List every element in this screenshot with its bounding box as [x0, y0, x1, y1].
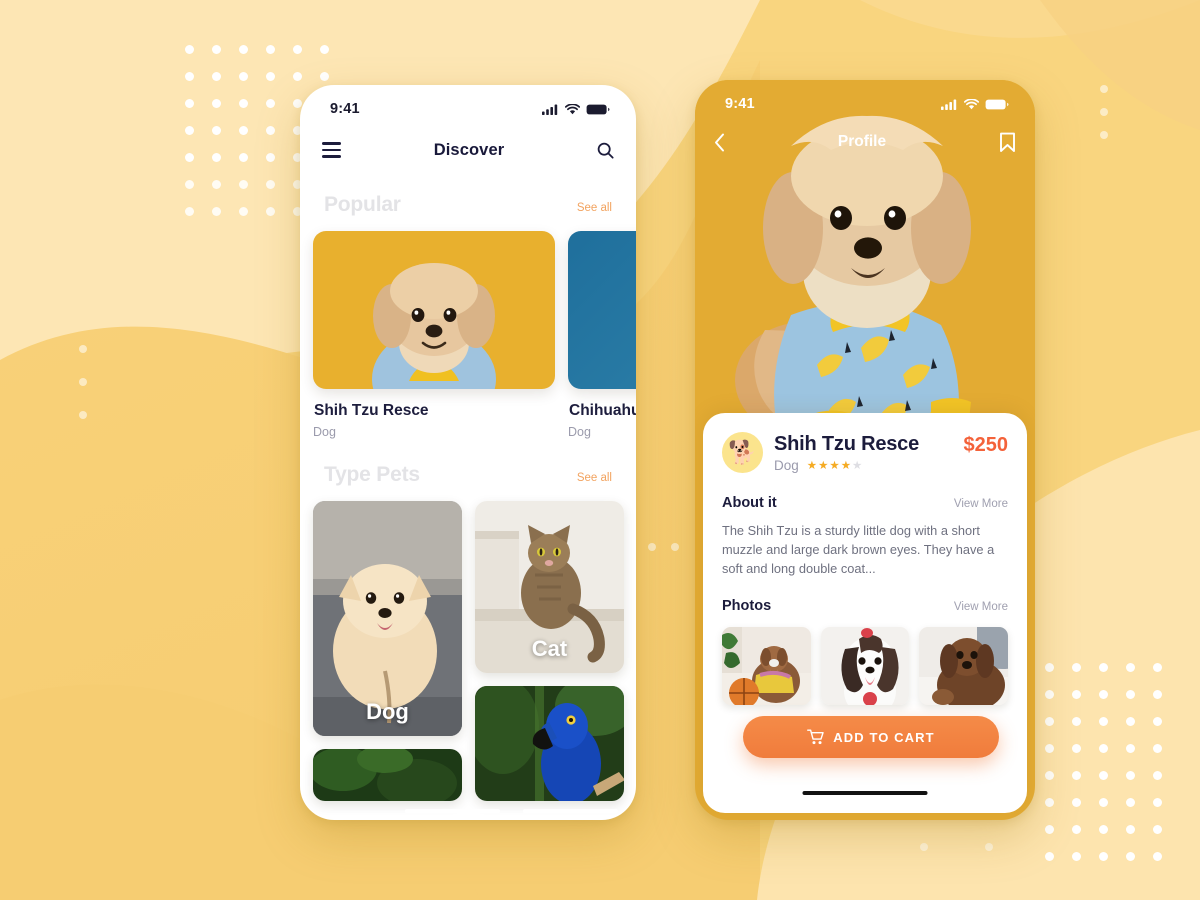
screen-right: 9:41 Profile 🐕 Shih Tzu Resce Dog ★★★★★ … — [695, 80, 1035, 820]
nav-bar-right: Profile — [695, 120, 1035, 164]
phone-mockup-profile: 9:41 Profile 🐕 Shih Tzu Resce Dog ★★★★★ … — [695, 80, 1035, 820]
type-card-extra-green[interactable] — [313, 749, 462, 801]
status-icons — [941, 98, 1009, 110]
hamburger-menu-icon[interactable] — [322, 142, 341, 158]
status-time: 9:41 — [725, 96, 755, 112]
about-description: The Shih Tzu is a sturdy little dog with… — [722, 523, 995, 576]
accent-dot — [1100, 85, 1108, 93]
photo-thumbnail[interactable] — [919, 626, 1009, 705]
home-indicator-left-b — [523, 808, 618, 813]
shih-tzu-photo — [313, 231, 555, 389]
home-indicator-right — [802, 790, 928, 795]
pet-detail-card: 🐕 Shih Tzu Resce Dog ★★★★★ $250 About it… — [703, 413, 1027, 813]
photos-view-more-link[interactable]: View More — [954, 601, 1008, 613]
accent-dot — [79, 411, 87, 419]
popular-cards-row[interactable]: Shih Tzu Resce Dog Chihuahua Dog — [300, 217, 636, 439]
accent-dot — [920, 843, 928, 851]
pet-meta: Dog ★★★★★ — [774, 458, 964, 473]
type-card-label: Cat — [531, 636, 568, 661]
section-title: Type Pets — [324, 463, 420, 486]
dog-with-basketball-photo — [722, 626, 811, 705]
shopping-cart-icon — [807, 729, 825, 745]
bookmark-icon[interactable] — [999, 132, 1016, 153]
accent-dot — [79, 378, 87, 386]
popular-card[interactable]: Chihuahua Dog — [568, 231, 636, 439]
photos-header: Photos View More — [722, 598, 1008, 614]
photo-thumbnail[interactable] — [820, 626, 910, 705]
nav-bar-left: Discover — [300, 125, 636, 175]
status-icons — [542, 103, 610, 115]
accent-dot — [671, 543, 679, 551]
phone-mockup-discover: 9:41 Discover Popular See all Shih Tzu R… — [300, 85, 636, 820]
popular-card-name: Chihuahua — [569, 402, 636, 419]
blue-macaw-parrot-photo — [475, 686, 624, 801]
search-icon[interactable] — [597, 142, 614, 159]
dot-grid-bottom-right — [1045, 663, 1165, 863]
popular-card[interactable]: Shih Tzu Resce Dog — [313, 231, 555, 439]
popular-card-image — [313, 231, 555, 389]
photos-title: Photos — [722, 597, 772, 614]
popular-card-name: Shih Tzu Resce — [314, 402, 429, 419]
pet-identity: Shih Tzu Resce Dog ★★★★★ — [774, 433, 964, 473]
page-title: Profile — [837, 133, 887, 150]
type-card-cat[interactable]: Cat — [475, 501, 624, 673]
type-card-bird[interactable] — [475, 686, 624, 801]
section-title: Popular — [324, 193, 401, 216]
photos-row — [722, 626, 1009, 705]
popular-card-image — [568, 231, 636, 389]
accent-dot — [985, 843, 993, 851]
page-title: Discover — [433, 140, 505, 159]
type-card-label: Dog — [366, 699, 409, 724]
popular-card-type: Dog — [568, 425, 591, 439]
wifi-icon — [964, 98, 979, 109]
signal-bars-icon — [542, 104, 558, 115]
home-indicator-left-a — [405, 808, 500, 813]
add-to-cart-button[interactable]: ADD TO CART — [743, 716, 999, 758]
battery-icon — [985, 99, 1009, 109]
chevron-left-icon[interactable] — [714, 133, 725, 152]
type-pets-grid: Dog Cat — [300, 487, 636, 801]
brown-poodle-on-bed-photo — [919, 626, 1009, 705]
rating-stars[interactable]: ★★★★★ — [807, 458, 864, 472]
dog-face-emoji-avatar: 🐕 — [722, 432, 763, 473]
type-card-dog[interactable]: Dog — [313, 501, 462, 736]
see-all-popular-link[interactable]: See all — [577, 202, 612, 214]
pet-name: Shih Tzu Resce — [774, 432, 920, 455]
accent-dot — [79, 345, 87, 353]
section-header-popular: Popular See all — [300, 175, 636, 217]
signal-bars-icon — [941, 99, 957, 110]
photo-thumbnail[interactable] — [722, 626, 811, 705]
status-bar-right: 9:41 — [695, 80, 1035, 120]
see-all-type-pets-link[interactable]: See all — [577, 472, 612, 484]
accent-dot — [1100, 131, 1108, 139]
accent-dot — [1100, 108, 1108, 116]
screen-left: 9:41 Discover Popular See all Shih Tzu R… — [300, 85, 636, 820]
accent-dot — [648, 543, 656, 551]
about-header: About it View More — [722, 495, 1008, 511]
type-pets-column-right: Cat — [475, 501, 624, 801]
type-pets-column-left: Dog — [313, 501, 462, 801]
status-time: 9:41 — [330, 101, 360, 117]
about-view-more-link[interactable]: View More — [954, 498, 1008, 510]
pet-price: $250 — [963, 434, 1009, 456]
status-bar-left: 9:41 — [300, 85, 636, 125]
popular-card-type: Dog — [313, 425, 336, 439]
wifi-icon — [565, 103, 580, 114]
blue-gradient-photo — [568, 231, 636, 389]
green-foliage-photo — [313, 749, 462, 801]
section-header-type-pets: Type Pets See all — [300, 439, 636, 487]
pet-type: Dog — [774, 457, 799, 473]
about-title: About it — [722, 495, 777, 511]
pet-header: 🐕 Shih Tzu Resce Dog ★★★★★ $250 — [722, 432, 1008, 473]
battery-icon — [586, 104, 610, 114]
shih-tzu-tongue-out-photo — [820, 626, 910, 705]
add-to-cart-label: ADD TO CART — [833, 729, 935, 745]
